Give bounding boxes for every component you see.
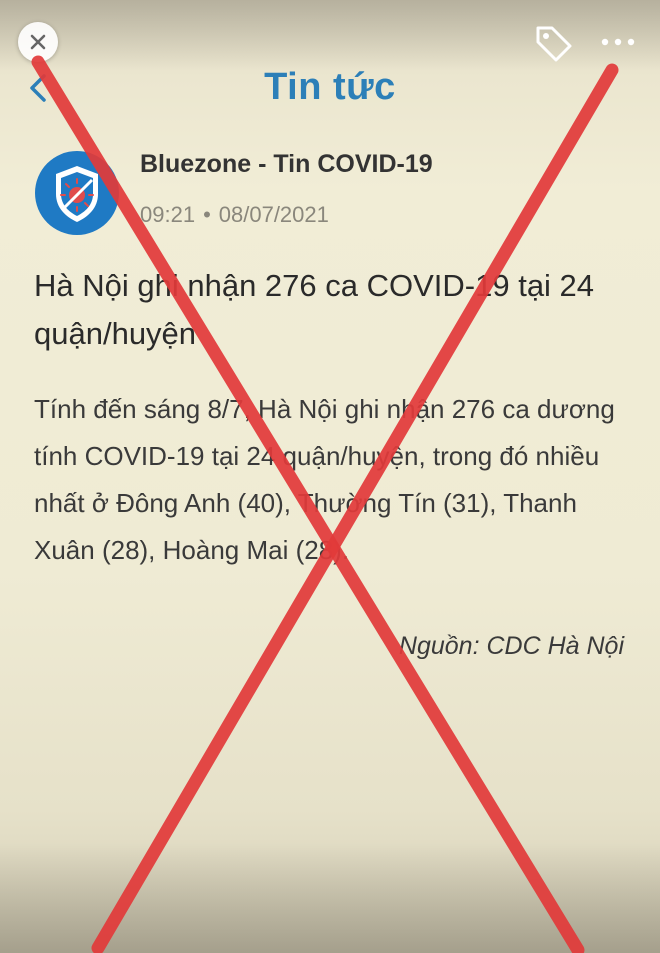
tag-button[interactable] xyxy=(530,20,576,66)
tag-icon xyxy=(536,26,572,62)
more-options-button[interactable] xyxy=(598,32,638,52)
separator-dot: • xyxy=(203,202,211,227)
bottom-shadow xyxy=(0,843,660,953)
post-time: 09:21 xyxy=(140,202,196,227)
more-horizontal-icon xyxy=(601,38,635,46)
post-timestamp: 09:21 • 08/07/2021 xyxy=(140,202,329,228)
source-name: Bluezone - Tin COVID-19 xyxy=(140,150,433,178)
close-button[interactable] xyxy=(18,22,58,62)
post-date: 08/07/2021 xyxy=(218,202,329,227)
news-headline: Hà Nội ghi nhận 276 ca COVID-19 tại 24 q… xyxy=(34,268,595,351)
close-icon xyxy=(30,34,46,50)
bluezone-logo xyxy=(34,150,120,236)
page-title: Tin tức xyxy=(264,66,396,108)
news-body: Tính đến sáng 8/7, Hà Nội ghi nhận 276 c… xyxy=(34,394,615,565)
source-credit: Nguồn: CDC Hà Nội xyxy=(398,632,624,660)
